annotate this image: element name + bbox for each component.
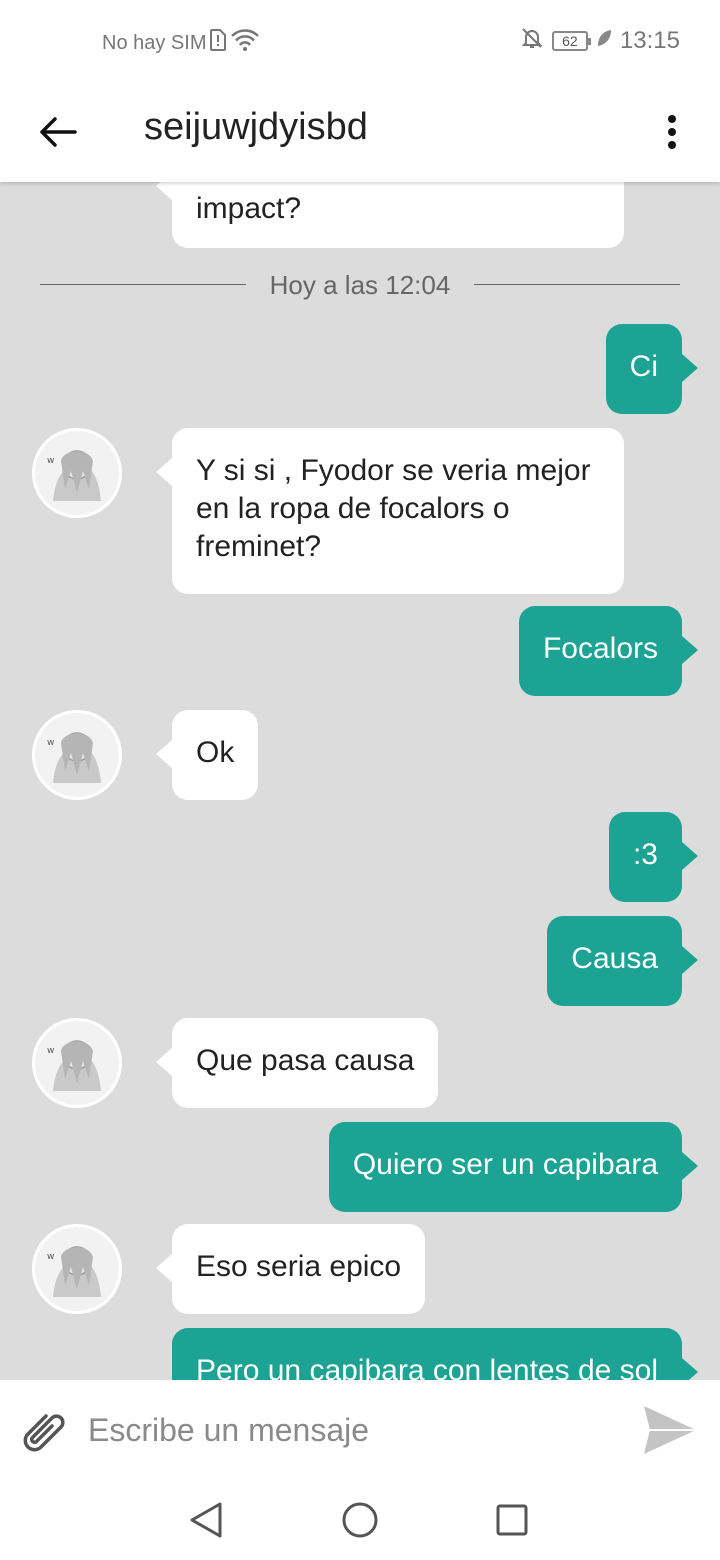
message-sent[interactable]: Pero un capibara con lentes de sol <box>172 1328 698 1380</box>
carrier-text: No hay SIM <box>102 31 207 54</box>
message-received[interactable]: Que pasa causa <box>155 1018 439 1108</box>
message-received[interactable]: Ok <box>155 710 259 800</box>
avatar-image: w <box>35 1227 119 1311</box>
leaf-icon <box>596 28 612 54</box>
divider-line <box>474 284 680 285</box>
message-received[interactable]: Eso seria epico <box>155 1224 426 1314</box>
send-icon <box>644 1406 696 1454</box>
triangle-back-icon <box>190 1502 222 1538</box>
message-sent[interactable]: Causa <box>547 916 698 1006</box>
message-text: Ok <box>196 736 235 769</box>
message-text: Que pasa causa <box>196 1044 415 1077</box>
back-button[interactable] <box>30 104 86 160</box>
square-recents-icon <box>496 1504 528 1536</box>
clock: 13:15 <box>619 27 680 54</box>
message-composer <box>0 1380 720 1480</box>
bell-muted-icon <box>520 26 544 56</box>
more-options-button[interactable] <box>648 104 696 160</box>
message-text: Ci <box>629 350 658 383</box>
svg-text:w: w <box>47 1046 54 1056</box>
message-received[interactable]: impact? <box>156 182 624 248</box>
avatar[interactable]: w <box>32 428 122 518</box>
avatar-image: w <box>35 713 119 797</box>
chat-title: seijuwjdyisbd <box>144 106 368 148</box>
message-text: Focalors <box>542 632 658 665</box>
svg-text:w: w <box>47 1252 54 1262</box>
chat-header: seijuwjdyisbd <box>0 84 720 182</box>
chat-messages[interactable]: impact? Hoy a las 12:04 Ci w Y si si , F… <box>0 182 720 1380</box>
message-text: Pero un capibara con lentes de sol <box>196 1354 658 1380</box>
message-sent[interactable]: Focalors <box>518 606 699 696</box>
attach-button[interactable] <box>16 1402 72 1458</box>
battery-indicator: 62 <box>551 31 591 51</box>
paperclip-icon <box>23 1414 65 1452</box>
nav-back-button[interactable] <box>182 1496 230 1544</box>
arrow-left-icon <box>40 117 77 147</box>
message-text: :3 <box>632 838 658 871</box>
nav-recents-button[interactable] <box>488 1496 536 1544</box>
nav-home-button[interactable] <box>336 1496 384 1544</box>
message-text: Causa <box>571 942 658 975</box>
avatar[interactable]: w <box>32 1224 122 1314</box>
avatar[interactable]: w <box>32 710 122 800</box>
date-divider: Hoy a las 12:04 <box>40 262 680 312</box>
svg-text:w: w <box>47 456 54 466</box>
message-sent[interactable]: Quiero ser un capibara <box>328 1122 699 1212</box>
message-input[interactable] <box>88 1404 608 1456</box>
message-text: Eso seria epico <box>196 1250 402 1283</box>
message-text: impact? <box>196 192 302 225</box>
message-sent[interactable]: :3 <box>608 812 699 902</box>
more-vertical-icon <box>668 115 676 149</box>
avatar[interactable]: w <box>32 1018 122 1108</box>
avatar-image: w <box>35 1021 119 1105</box>
message-sent[interactable]: Ci <box>605 324 699 414</box>
wifi-icon <box>230 28 260 58</box>
send-button[interactable] <box>640 1400 700 1460</box>
sim-icon <box>210 29 227 57</box>
svg-text:w: w <box>47 738 54 748</box>
message-received[interactable]: Y si si , Fyodor se veria mejor en la ro… <box>156 428 624 594</box>
status-bar: No hay SIM 62 13:15 <box>0 0 720 84</box>
message-text: Quiero ser un capibara <box>352 1148 658 1181</box>
status-left: No hay SIM <box>102 28 260 58</box>
circle-home-icon <box>342 1502 378 1538</box>
message-text: Y si si , Fyodor se veria mejor en la ro… <box>196 454 591 563</box>
divider-label: Hoy a las 12:04 <box>269 270 451 300</box>
system-nav-bar <box>0 1480 720 1560</box>
status-right: 62 13:15 <box>520 26 680 56</box>
avatar-image: w <box>35 431 119 515</box>
